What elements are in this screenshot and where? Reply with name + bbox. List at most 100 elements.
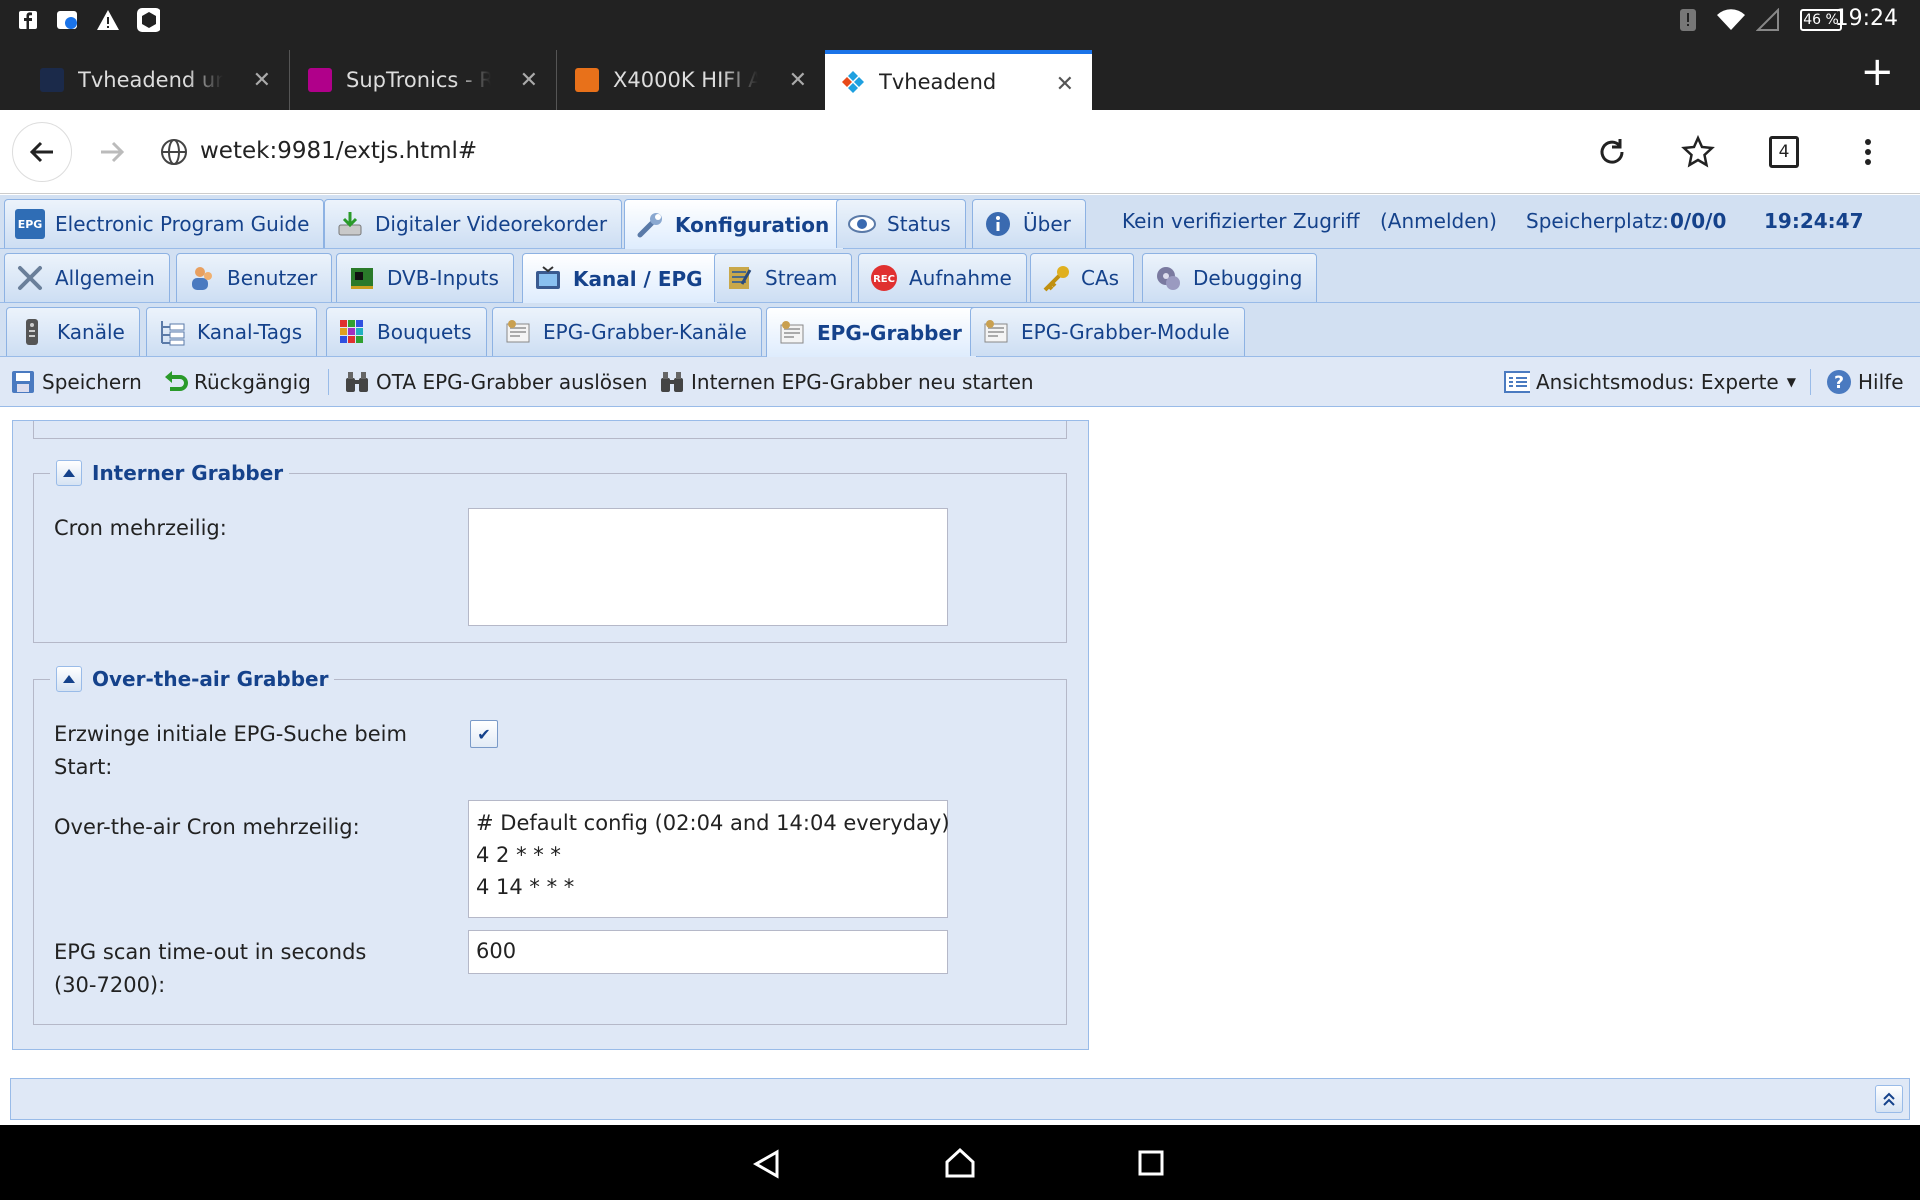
- view-mode-dropdown[interactable]: Ansichtsmodus: Experte ▼: [1504, 367, 1796, 397]
- toolbar-separator: [328, 369, 329, 395]
- collapse-button[interactable]: [56, 666, 82, 692]
- close-icon[interactable]: ✕: [520, 68, 538, 93]
- ota-cron-textarea[interactable]: # Default config (02:04 and 14:04 everyd…: [468, 800, 950, 918]
- nav-back-icon[interactable]: [752, 1149, 782, 1179]
- url-field[interactable]: wetek:9981/extjs.html#: [200, 138, 477, 164]
- more-vert-icon: [1865, 139, 1871, 165]
- tab-status[interactable]: Status: [836, 199, 966, 248]
- timeout-input[interactable]: 600: [468, 930, 948, 974]
- server-clock: 19:24:47: [1764, 209, 1864, 233]
- help-button[interactable]: ? Hilfe: [1826, 367, 1904, 397]
- grabber-icon: [777, 318, 807, 348]
- tab-epg-grabber-channels[interactable]: EPG-Grabber-Kanäle: [492, 307, 762, 356]
- cron-label: Cron mehrzeilig:: [54, 516, 227, 540]
- browser-tab-active[interactable]: Tvheadend ✕: [825, 50, 1092, 110]
- browser-tab[interactable]: X4000K HIFI Au ✕: [557, 50, 825, 110]
- access-status: Kein verifizierter Zugriff: [1122, 209, 1360, 233]
- undo-label: Rückgängig: [194, 370, 311, 394]
- previous-fieldset-edge: [33, 421, 1067, 439]
- tab-dvb-inputs[interactable]: DVB-Inputs: [336, 253, 514, 302]
- info-icon: [983, 209, 1013, 239]
- tab-users[interactable]: Benutzer: [176, 253, 333, 302]
- undo-button[interactable]: Rückgängig: [162, 367, 311, 397]
- timeout-label: EPG scan time-out in seconds (30-7200):: [54, 940, 367, 997]
- tab-general[interactable]: Allgemein: [4, 253, 170, 302]
- tab-label: EPG-Grabber: [817, 320, 962, 345]
- ota-cron-label: Over-the-air Cron mehrzeilig:: [54, 815, 360, 839]
- tab-label: DVB-Inputs: [387, 266, 499, 290]
- facebook-icon: [16, 8, 40, 32]
- nav-recents-icon[interactable]: [1138, 1150, 1164, 1176]
- arrow-left-icon: [29, 141, 53, 163]
- favicon-icon: [308, 68, 332, 92]
- tab-epg-grabber[interactable]: EPG-Grabber: [766, 307, 977, 357]
- tab-label: Debugging: [1193, 266, 1303, 290]
- favicon-icon: [40, 68, 64, 92]
- force-initial-scan-checkbox[interactable]: ✔: [470, 720, 498, 748]
- wifi-icon: [1716, 8, 1746, 32]
- tab-channel-tags[interactable]: Kanal-Tags: [146, 307, 318, 356]
- tab-channels[interactable]: Kanäle: [6, 307, 140, 356]
- tab-label: Konfiguration: [675, 212, 830, 237]
- close-icon[interactable]: ✕: [253, 68, 271, 93]
- close-icon[interactable]: ✕: [1056, 72, 1074, 97]
- tab-dvr[interactable]: Digitaler Videorekorder: [324, 199, 623, 248]
- save-button[interactable]: Speichern: [10, 367, 142, 397]
- svg-text:?: ?: [1834, 373, 1844, 393]
- browser-tab-title: Tvheadend: [879, 70, 997, 94]
- bookmark-star-button[interactable]: [1668, 122, 1728, 182]
- ota-grabber-title: Over-the-air Grabber: [92, 667, 329, 691]
- undo-icon: [162, 369, 188, 395]
- tab-epg[interactable]: EPG Electronic Program Guide: [4, 199, 325, 248]
- epg-grabber-form: Interner Grabber Cron mehrzeilig: Over-t…: [12, 420, 1089, 1050]
- cron-textarea[interactable]: [468, 508, 948, 626]
- close-icon[interactable]: ✕: [789, 68, 807, 93]
- view-mode-label: Ansichtsmodus: Experte: [1536, 370, 1779, 394]
- fieldset-legend: Over-the-air Grabber: [50, 666, 335, 692]
- tab-configuration[interactable]: Konfiguration: [624, 199, 845, 249]
- nav-home-icon[interactable]: [944, 1147, 976, 1179]
- caret-down-icon: ▼: [1786, 375, 1796, 389]
- toolbar-separator: [1810, 369, 1811, 395]
- double-chevron-up-icon: [1883, 1092, 1895, 1106]
- caret-up-icon: [63, 675, 75, 683]
- browser-menu-button[interactable]: [1838, 122, 1898, 182]
- tab-channel-epg[interactable]: Kanal / EPG: [522, 253, 718, 303]
- rec-icon: REC: [869, 263, 899, 293]
- tv-icon: [533, 264, 563, 294]
- browser-tab[interactable]: SupTronics - Ra ✕: [290, 50, 557, 110]
- login-link[interactable]: (Anmelden): [1380, 209, 1497, 233]
- browser-tab-title: X4000K HIFI Au: [613, 68, 758, 92]
- tab-about[interactable]: Über: [972, 199, 1086, 248]
- browser-tab-title: Tvheadend und: [78, 68, 223, 92]
- back-button[interactable]: [12, 122, 72, 182]
- tab-debugging[interactable]: Debugging: [1142, 253, 1318, 302]
- help-label: Hilfe: [1858, 370, 1904, 394]
- users-icon: [187, 263, 217, 293]
- tab-epg-grabber-modules[interactable]: EPG-Grabber-Module: [970, 307, 1245, 356]
- browser-tab[interactable]: Tvheadend und ✕: [0, 50, 290, 110]
- binoculars-icon: [344, 369, 370, 395]
- checkmark-icon: ✔: [477, 724, 491, 744]
- tab-stream[interactable]: Stream: [714, 253, 853, 302]
- expand-up-button[interactable]: [1875, 1085, 1903, 1113]
- reload-button[interactable]: [1582, 122, 1642, 182]
- tab-recording[interactable]: REC Aufnahme: [858, 253, 1027, 302]
- ota-trigger-button[interactable]: OTA EPG-Grabber auslösen: [344, 367, 647, 397]
- epg-icon: EPG: [15, 209, 45, 239]
- storage-label: Speicherplatz:: [1526, 209, 1670, 233]
- restart-internal-grabber-button[interactable]: Internen EPG-Grabber neu starten: [659, 367, 1034, 397]
- tab-switcher-button[interactable]: 4: [1754, 122, 1814, 182]
- download-icon: [335, 209, 365, 239]
- wrench-icon: [635, 210, 665, 240]
- tab-bouquets[interactable]: Bouquets: [326, 307, 487, 356]
- save-label: Speichern: [42, 370, 142, 394]
- grabber-icon: [503, 317, 533, 347]
- svg-text:REC: REC: [873, 274, 895, 285]
- tab-cas[interactable]: CAs: [1030, 253, 1135, 302]
- tags-icon: [157, 317, 187, 347]
- status-time: 19:24: [1834, 6, 1898, 31]
- collapse-button[interactable]: [56, 460, 82, 486]
- new-tab-icon[interactable]: +: [1860, 52, 1894, 92]
- forward-button[interactable]: [82, 122, 142, 182]
